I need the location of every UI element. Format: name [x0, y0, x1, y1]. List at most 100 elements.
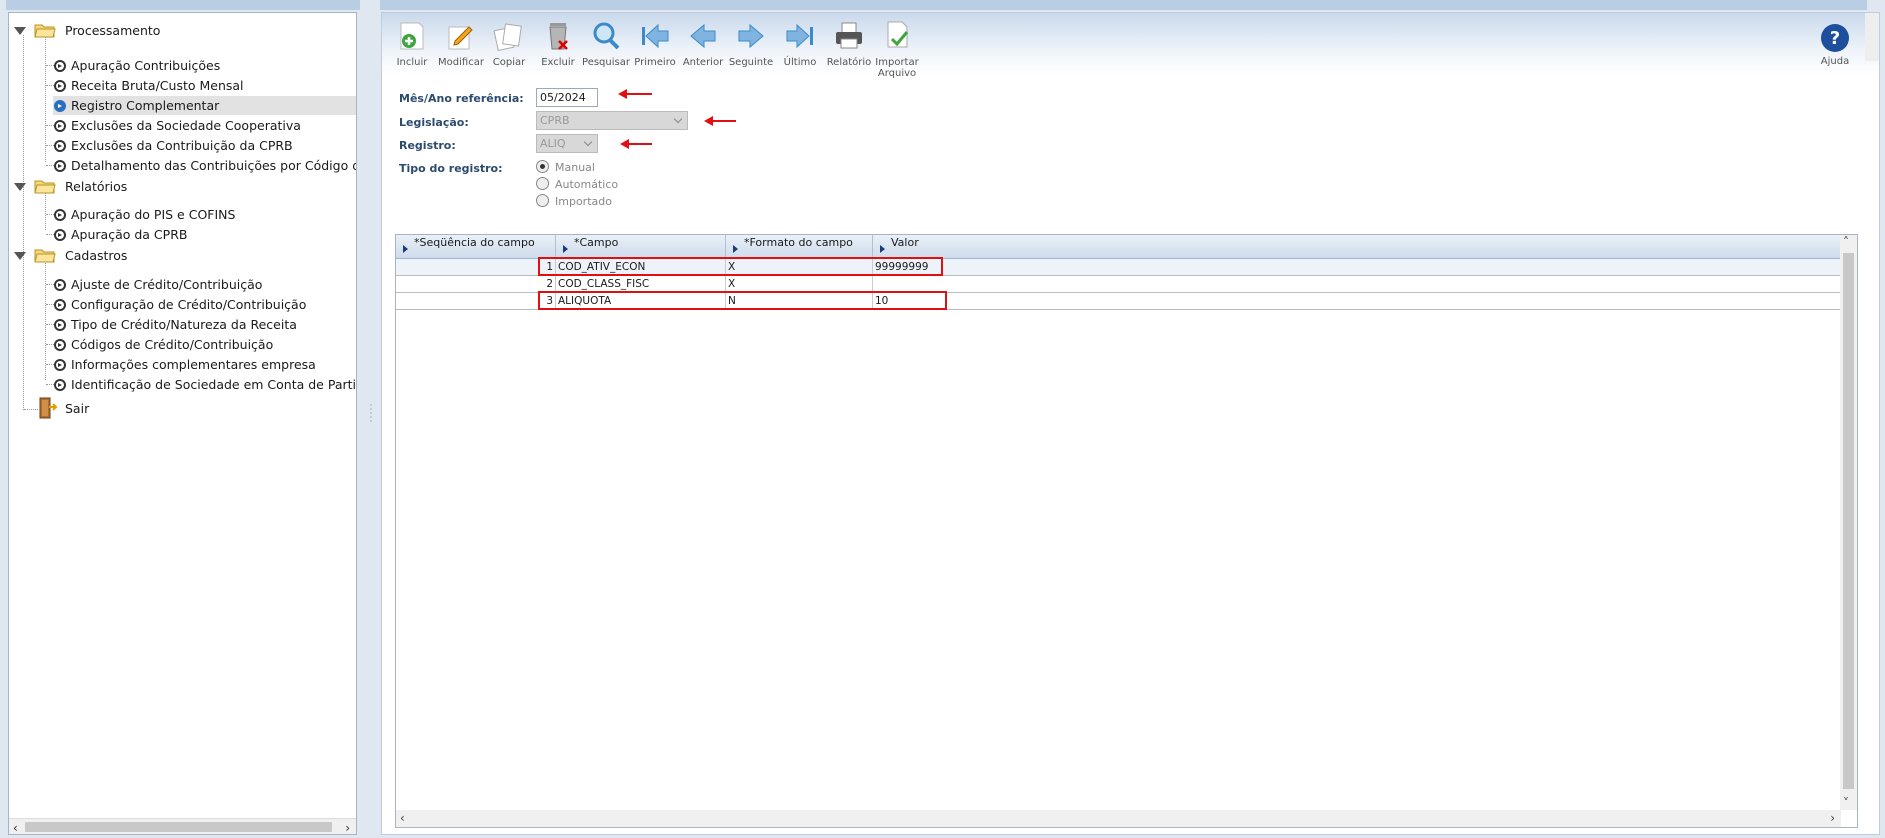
search-magnifier-icon	[593, 22, 620, 50]
scroll-left-icon[interactable]: ‹	[13, 821, 18, 835]
radio-automatico-label: Automático	[555, 178, 619, 191]
grid-vertical-scrollbar[interactable]: ˄ ˅	[1840, 235, 1857, 810]
tree-item-exclusoes-cooperativa[interactable]: Exclusões da Sociedade Cooperativa	[9, 116, 356, 135]
tree-item-detalhamento[interactable]: Detalhamento das Contribuições por Códig…	[9, 156, 356, 175]
right-panel-header	[380, 0, 1867, 10]
folder-open-icon	[34, 24, 56, 38]
cell-sequencia[interactable]: 1	[396, 259, 556, 275]
tree-horizontal-scrollbar[interactable]: ‹ ›	[9, 818, 356, 835]
import-file-icon	[887, 21, 909, 48]
mes-ano-input[interactable]: 05/2024	[536, 88, 598, 107]
tree-item-configuracao-credito[interactable]: Configuração de Crédito/Contribuição	[9, 295, 356, 314]
tree-item-informacoes-empresa[interactable]: Informações complementares empresa	[9, 355, 356, 374]
arrow-circle-icon	[54, 209, 66, 221]
radio-automatico	[536, 177, 549, 190]
chevron-down-icon	[673, 114, 683, 124]
tree-item-label: Apuração do PIS e COFINS	[71, 207, 236, 222]
tree-item-apuracao-contribuicoes[interactable]: Apuração Contribuições	[9, 56, 356, 75]
column-header-label: *Formato do campo	[744, 236, 853, 249]
scroll-left-icon[interactable]: ‹	[400, 811, 405, 825]
toolbar-label: Importar Arquivo	[875, 57, 919, 79]
scrollbar-thumb[interactable]	[1843, 253, 1854, 789]
seguinte-button[interactable]: Seguinte	[728, 17, 774, 73]
annotation-arrow	[704, 116, 736, 126]
scroll-right-icon[interactable]: ›	[1830, 811, 1835, 825]
scroll-right-icon[interactable]: ›	[345, 821, 350, 835]
cell-valor[interactable]	[873, 276, 1841, 292]
incluir-button[interactable]: Incluir	[389, 17, 435, 73]
pesquisar-button[interactable]: Pesquisar	[582, 17, 630, 73]
cell-campo[interactable]: COD_CLASS_FISC	[556, 276, 726, 292]
splitter-grip[interactable]	[370, 404, 373, 422]
tree-item-ajuste-credito[interactable]: Ajuste de Crédito/Contribuição	[9, 275, 356, 294]
tree-item-identificacao-scp[interactable]: Identificação de Sociedade em Conta de P…	[9, 375, 356, 394]
scroll-down-icon[interactable]: ˅	[1843, 796, 1849, 810]
grid-horizontal-scrollbar[interactable]: ‹ ›	[396, 810, 1841, 827]
grid-header: *Seqüência do campo *Campo *Formato do c…	[396, 235, 1841, 259]
arrow-circle-icon	[54, 120, 66, 132]
ultimo-button[interactable]: Último	[777, 17, 823, 73]
copy-icon	[493, 23, 522, 52]
cell-valor[interactable]: 10	[873, 293, 1841, 309]
tree-group-processamento[interactable]: Processamento	[9, 21, 356, 40]
tree-item-label: Tipo de Crédito/Natureza da Receita	[71, 317, 297, 332]
column-header-valor[interactable]: Valor	[873, 235, 1841, 259]
ajuda-button[interactable]: ? Ajuda	[1815, 23, 1855, 75]
help-icon: ?	[1821, 24, 1849, 52]
expand-triangle-icon[interactable]	[14, 27, 26, 35]
cell-sequencia[interactable]: 3	[396, 293, 556, 309]
previous-arrow-icon	[690, 23, 716, 49]
radio-importado-label: Importado	[555, 195, 612, 208]
folder-open-icon	[34, 249, 56, 263]
tree-group-label: Cadastros	[65, 248, 128, 263]
tree-group-cadastros[interactable]: Cadastros	[9, 246, 356, 265]
scrollbar-thumb[interactable]	[25, 822, 332, 832]
sort-pointer-icon	[403, 245, 408, 253]
exit-door-icon	[39, 397, 58, 419]
arrow-circle-icon	[54, 160, 66, 172]
registro-label: Registro:	[399, 139, 456, 152]
relatorio-button[interactable]: Relatório	[826, 17, 872, 73]
tree-item-label: Informações complementares empresa	[71, 357, 316, 372]
arrow-circle-icon	[54, 339, 66, 351]
legislacao-select: CPRB	[536, 111, 688, 130]
navigation-tree-panel: Processamento Apuração Contribuições Rec…	[8, 12, 357, 835]
tree-item-exclusoes-cprb[interactable]: Exclusões da Contribuição da CPRB	[9, 136, 356, 155]
tree-item-tipo-credito[interactable]: Tipo de Crédito/Natureza da Receita	[9, 315, 356, 334]
column-header-campo[interactable]: *Campo	[556, 235, 726, 259]
tree-item-label: Ajuste de Crédito/Contribuição	[71, 277, 263, 292]
tree-item-receita-bruta[interactable]: Receita Bruta/Custo Mensal	[9, 76, 356, 95]
cell-formato[interactable]: X	[726, 276, 873, 292]
registro-fields-grid: *Seqüência do campo *Campo *Formato do c…	[395, 234, 1858, 828]
expand-triangle-icon[interactable]	[14, 252, 26, 260]
copiar-button[interactable]: Copiar	[486, 17, 532, 73]
tree-item-label: Identificação de Sociedade em Conta de P…	[71, 377, 356, 392]
column-header-formato[interactable]: *Formato do campo	[726, 235, 873, 259]
tree-group-relatorios[interactable]: Relatórios	[9, 177, 356, 196]
annotation-arrow	[618, 89, 652, 99]
svg-text:?: ?	[1830, 28, 1840, 49]
first-record-icon	[642, 23, 669, 49]
chevron-down-icon	[583, 137, 593, 147]
scroll-up-icon[interactable]: ˄	[1843, 235, 1849, 249]
tree-item-label: Exclusões da Contribuição da CPRB	[71, 138, 293, 153]
registro-select: ALIQ	[536, 134, 598, 153]
tree-item-apuracao-pis-cofins[interactable]: Apuração do PIS e COFINS	[9, 205, 356, 224]
column-header-sequencia[interactable]: *Seqüência do campo	[396, 235, 556, 259]
cell-valor[interactable]: 99999999	[873, 259, 1841, 275]
folder-open-icon	[34, 180, 56, 194]
tree-item-sair[interactable]: Sair	[9, 397, 356, 419]
tree-item-codigos-credito[interactable]: Códigos de Crédito/Contribuição	[9, 335, 356, 354]
left-panel-header	[6, 0, 360, 10]
tree-item-apuracao-cprb[interactable]: Apuração da CPRB	[9, 225, 356, 244]
importar-arquivo-button[interactable]: Importar Arquivo	[874, 17, 920, 79]
cell-sequencia[interactable]: 2	[396, 276, 556, 292]
sort-pointer-icon	[733, 245, 738, 253]
tree-item-registro-complementar[interactable]: Registro Complementar	[53, 96, 356, 115]
app-window: Processamento Apuração Contribuições Rec…	[0, 0, 1885, 838]
column-header-label: Valor	[891, 236, 919, 249]
panel-scrollbar[interactable]	[1865, 13, 1879, 61]
navigation-tree: Processamento Apuração Contribuições Rec…	[9, 13, 356, 818]
radio-importado	[536, 194, 549, 207]
expand-triangle-icon[interactable]	[14, 183, 26, 191]
